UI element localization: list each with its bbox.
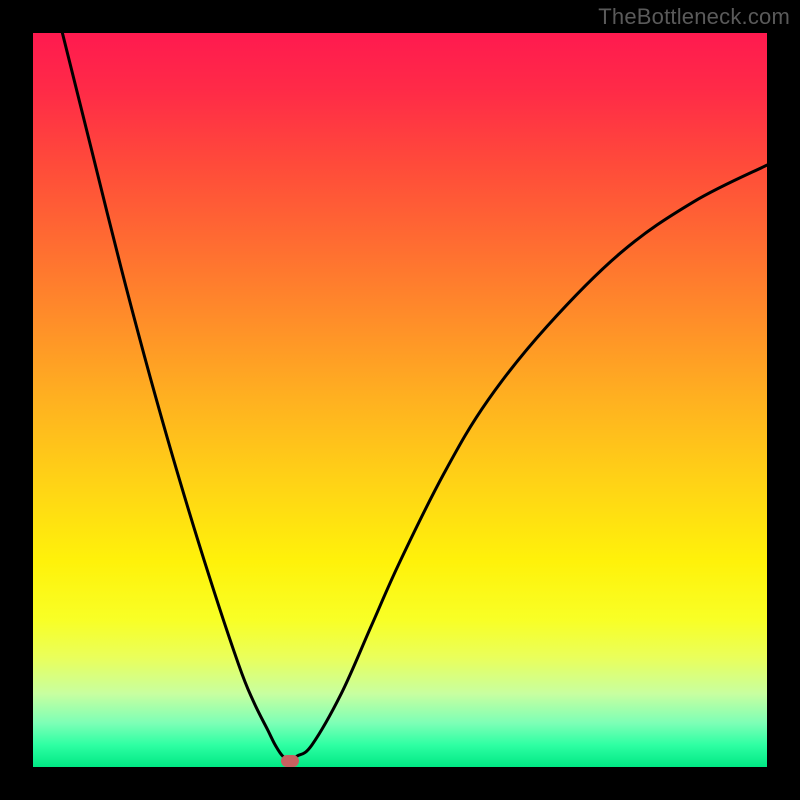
watermark-text: TheBottleneck.com (598, 4, 790, 30)
curve-path (62, 33, 767, 760)
bottleneck-curve (33, 33, 767, 767)
chart-plot-area (33, 33, 767, 767)
optimal-point-marker (281, 755, 299, 767)
